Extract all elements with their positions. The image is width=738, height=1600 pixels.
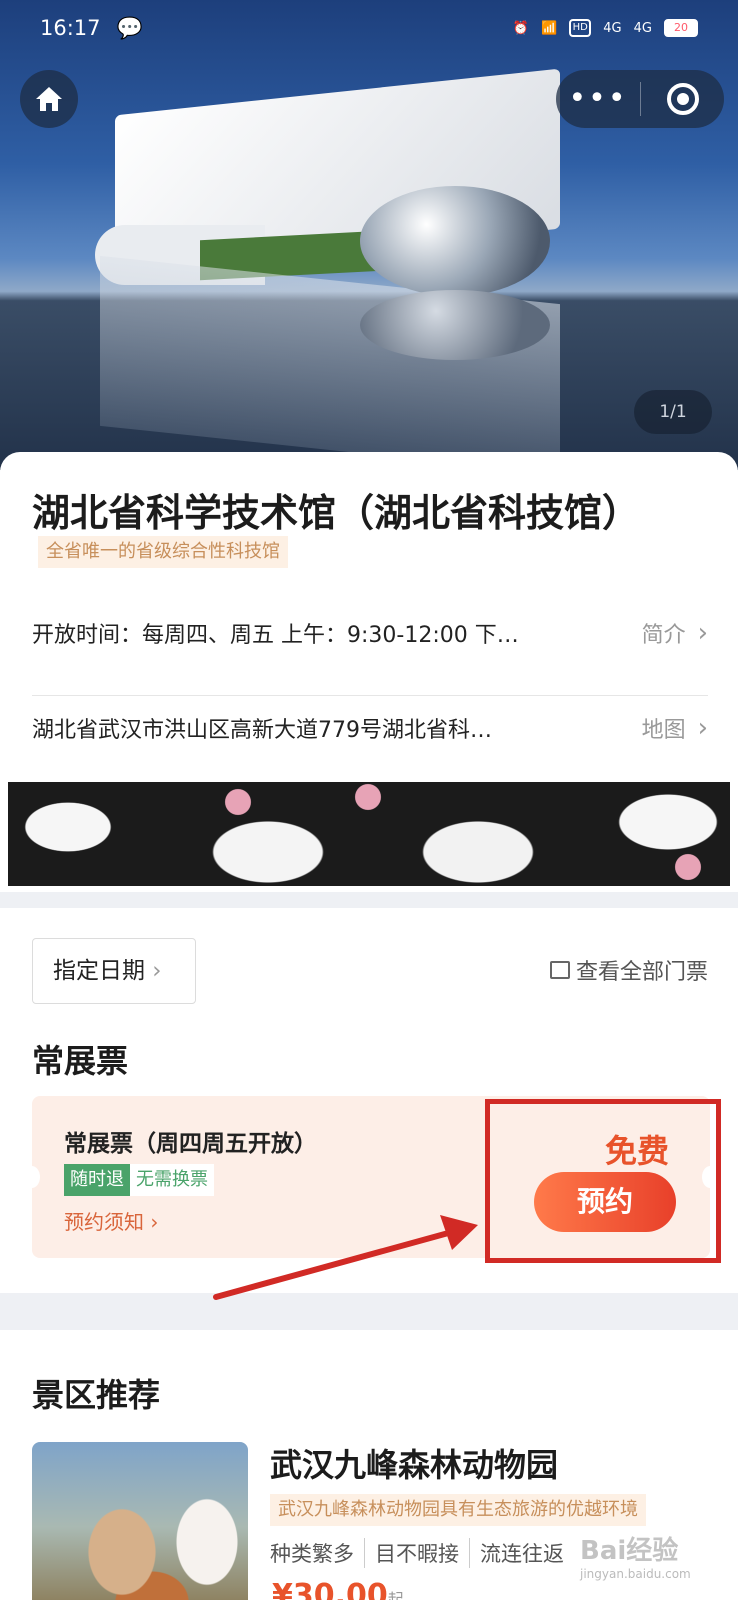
sphere-reflection bbox=[360, 290, 550, 360]
baidu-watermark: Bai经验 jingyan.baidu.com bbox=[580, 1530, 691, 1581]
select-date-label: 指定日期 bbox=[53, 958, 145, 984]
chevron-right-icon: › bbox=[697, 618, 708, 648]
feature-tag: 目不暇接 bbox=[364, 1538, 469, 1568]
venue-tagline: 全省唯一的省级综合性科技馆 bbox=[38, 536, 288, 568]
sphere-shape bbox=[360, 186, 550, 296]
status-time: 16:17 bbox=[40, 16, 101, 40]
watermark-brand: Bai经验 bbox=[580, 1536, 679, 1566]
status-bar: 16:17 💬 ⏰ 📶 HD 4G 4G 20 bbox=[0, 0, 738, 56]
watermark-site: jingyan.baidu.com bbox=[580, 1567, 691, 1581]
chevron-right-icon: › bbox=[697, 713, 708, 743]
alarm-icon: ⏰ bbox=[512, 20, 530, 36]
select-date-button[interactable]: 指定日期 › bbox=[32, 938, 196, 1004]
close-miniapp-button[interactable] bbox=[641, 83, 724, 115]
recommend-desc: 武汉九峰森林动物园具有生态旅游的优越环境 bbox=[270, 1494, 646, 1526]
ticket-tags: 随时退 无需换票 bbox=[64, 1164, 214, 1196]
booking-notice-label: 预约须知 bbox=[64, 1210, 144, 1234]
view-all-tickets-label: 查看全部门票 bbox=[575, 960, 708, 985]
section-title: 常展票 bbox=[32, 1042, 129, 1080]
recommend-name[interactable]: 武汉九峰森林动物园 bbox=[270, 1440, 558, 1486]
feature-tag: 种类繁多 bbox=[270, 1542, 354, 1566]
booking-notice-link[interactable]: 预约须知 › bbox=[64, 1206, 158, 1235]
recommend-title: 景区推荐 bbox=[32, 1376, 161, 1414]
ticket-bag-icon bbox=[549, 961, 570, 979]
wifi-icon: 📶 bbox=[541, 20, 558, 36]
more-button[interactable]: ••• bbox=[556, 84, 640, 114]
divider bbox=[32, 695, 708, 696]
no-exchange-tag: 无需换票 bbox=[130, 1164, 214, 1196]
feature-tag: 流连往返 bbox=[469, 1538, 574, 1568]
ticket-notch bbox=[24, 1166, 40, 1188]
hero-image: 16:17 💬 ⏰ 📶 HD 4G 4G 20 ••• 1/1 bbox=[0, 0, 738, 470]
image-counter: 1/1 bbox=[634, 390, 712, 434]
hd-icon: HD bbox=[569, 19, 592, 37]
wechat-icon: 💬 bbox=[116, 15, 143, 40]
address-row[interactable]: 湖北省武汉市洪山区高新大道779号湖北省科… 地图 › bbox=[32, 708, 708, 748]
close-circle-icon bbox=[666, 83, 699, 115]
recommend-features: 种类繁多 目不暇接 流连往返 bbox=[270, 1538, 574, 1568]
recommend-price: ¥30.00起 bbox=[272, 1578, 404, 1600]
price-value: ¥30.00 bbox=[272, 1578, 388, 1600]
signal-4g-icon: 4G bbox=[633, 20, 652, 36]
highlight-box bbox=[485, 1099, 721, 1263]
venue-info-card: 湖北省科学技术馆（湖北省科技馆） 全省唯一的省级综合性科技馆 开放时间：每周四、… bbox=[0, 452, 738, 892]
chevron-right-icon: › bbox=[145, 958, 162, 984]
miniapp-capsule: ••• bbox=[556, 70, 724, 128]
price-suffix: 起 bbox=[387, 1590, 404, 1600]
opening-hours-row[interactable]: 开放时间：每周四、周五 上午：9:30-12:00 下… 简介 › bbox=[32, 613, 708, 653]
opening-hours-text: 开放时间：每周四、周五 上午：9:30-12:00 下… bbox=[32, 623, 519, 648]
home-icon bbox=[36, 87, 62, 111]
promo-banner[interactable] bbox=[8, 782, 730, 886]
refund-anytime-tag: 随时退 bbox=[64, 1164, 130, 1196]
intro-link[interactable]: 简介 bbox=[642, 617, 686, 649]
alpaca-photo[interactable] bbox=[32, 1442, 248, 1600]
signal-4g-icon: 4G bbox=[603, 20, 622, 36]
address-text: 湖北省武汉市洪山区高新大道779号湖北省科… bbox=[32, 718, 492, 743]
view-all-tickets-link[interactable]: 查看全部门票 bbox=[549, 954, 708, 986]
venue-title: 湖北省科学技术馆（湖北省科技馆） bbox=[32, 491, 641, 535]
battery-icon: 20 bbox=[664, 19, 698, 37]
status-icons: ⏰ 📶 HD 4G 4G 20 bbox=[513, 19, 698, 37]
page: 16:17 💬 ⏰ 📶 HD 4G 4G 20 ••• 1/1 湖北省科学技术馆… bbox=[0, 0, 738, 1600]
home-button[interactable] bbox=[20, 70, 78, 128]
ticket-name: 常展票（周四周五开放） bbox=[64, 1131, 317, 1157]
map-link[interactable]: 地图 bbox=[642, 712, 686, 744]
